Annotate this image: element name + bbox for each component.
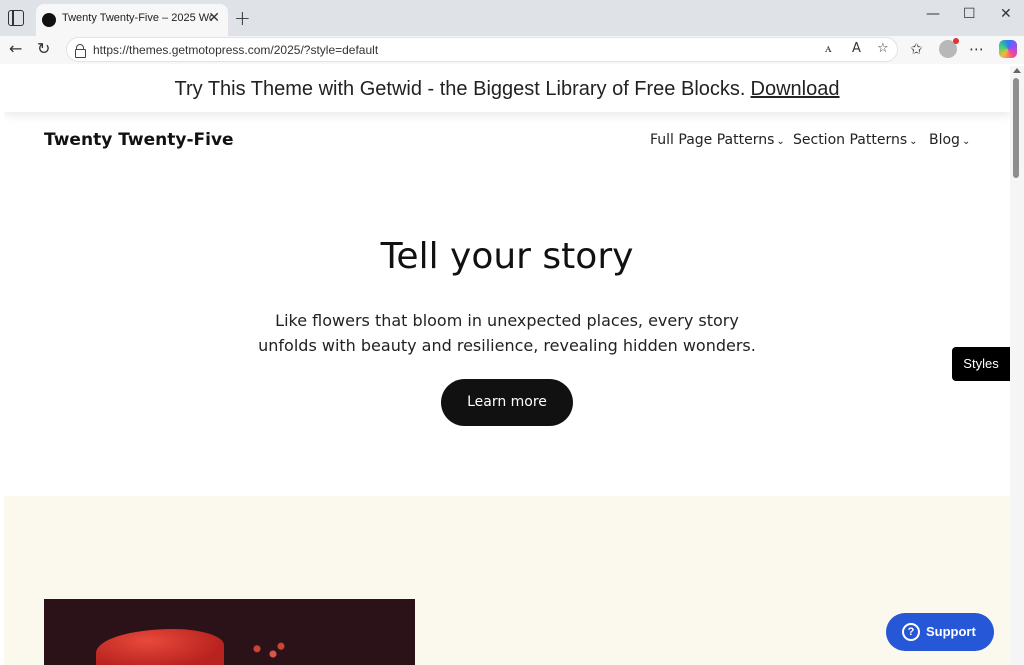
browser-toolbar: ← ↻ https://themes.getmotopress.com/2025… [0, 36, 1024, 64]
minimize-icon[interactable]: — [926, 6, 940, 22]
page-viewport: Try This Theme with Getwid - the Biggest… [4, 66, 1010, 665]
favicon-icon [42, 13, 56, 27]
hero-title: Tell your story [380, 236, 634, 277]
hero-subtitle: Like flowers that bloom in unexpected pl… [258, 311, 756, 355]
nav-full-page-patterns[interactable]: Full Page Patterns ⌄ [650, 132, 785, 148]
nav-label: Blog [929, 132, 960, 148]
scroll-up-icon[interactable] [1013, 68, 1021, 73]
nav-label: Full Page Patterns [650, 132, 775, 148]
nav-label: Section Patterns [793, 132, 908, 148]
tab-title: Twenty Twenty-Five – 2025 WordPress [62, 12, 212, 24]
styles-button[interactable]: Styles [952, 347, 1010, 381]
profile-avatar[interactable] [939, 38, 959, 58]
address-bar[interactable]: https://themes.getmotopress.com/2025/?st… [66, 37, 898, 62]
window-close-icon[interactable]: ✕ [1000, 6, 1012, 22]
read-aloud-icon[interactable]: A [852, 41, 861, 56]
back-icon[interactable]: ← [9, 39, 22, 58]
learn-more-button[interactable]: Learn more [441, 379, 573, 426]
favorites-icon[interactable]: ✩ [910, 40, 923, 58]
url-text[interactable]: https://themes.getmotopress.com/2025/?st… [93, 43, 378, 57]
chevron-down-icon: ⌄ [909, 136, 918, 147]
more-options-icon[interactable]: ⋯ [969, 40, 984, 58]
refresh-icon[interactable]: ↻ [37, 39, 50, 58]
site-title[interactable]: Twenty Twenty-Five [44, 130, 234, 150]
promo-text: Try This Theme with Getwid - the Biggest… [174, 78, 746, 100]
help-icon: ? [902, 623, 920, 641]
flower-image [44, 599, 415, 665]
copilot-icon[interactable] [999, 40, 1017, 58]
flower-petal-shape [96, 629, 224, 665]
page-scrollbar[interactable] [1010, 66, 1024, 665]
maximize-icon[interactable]: ☐ [963, 6, 976, 22]
download-link[interactable]: Download [751, 78, 840, 100]
nav-blog[interactable]: Blog ⌄ [929, 132, 970, 148]
lock-icon[interactable] [75, 44, 86, 58]
browser-tabbar: Twenty Twenty-Five – 2025 WordPress ✕ + … [0, 0, 1024, 36]
tab-close-icon[interactable]: ✕ [208, 10, 220, 26]
nav-section-patterns[interactable]: Section Patterns ⌄ [793, 132, 918, 148]
scroll-thumb[interactable] [1013, 78, 1019, 178]
favorite-star-icon[interactable]: ☆ [877, 41, 889, 56]
support-label: Support [926, 624, 976, 639]
browser-tab[interactable]: Twenty Twenty-Five – 2025 WordPress ✕ [36, 4, 228, 36]
support-button[interactable]: ? Support [886, 613, 994, 651]
translate-icon[interactable]: ꭺ [825, 41, 832, 56]
new-tab-icon[interactable]: + [234, 6, 251, 30]
tab-actions-icon[interactable] [8, 10, 24, 26]
flower-stamen-shape [249, 641, 289, 665]
promo-banner: Try This Theme with Getwid - the Biggest… [4, 66, 1010, 112]
chevron-down-icon: ⌄ [961, 136, 971, 147]
chevron-down-icon: ⌄ [776, 136, 785, 147]
